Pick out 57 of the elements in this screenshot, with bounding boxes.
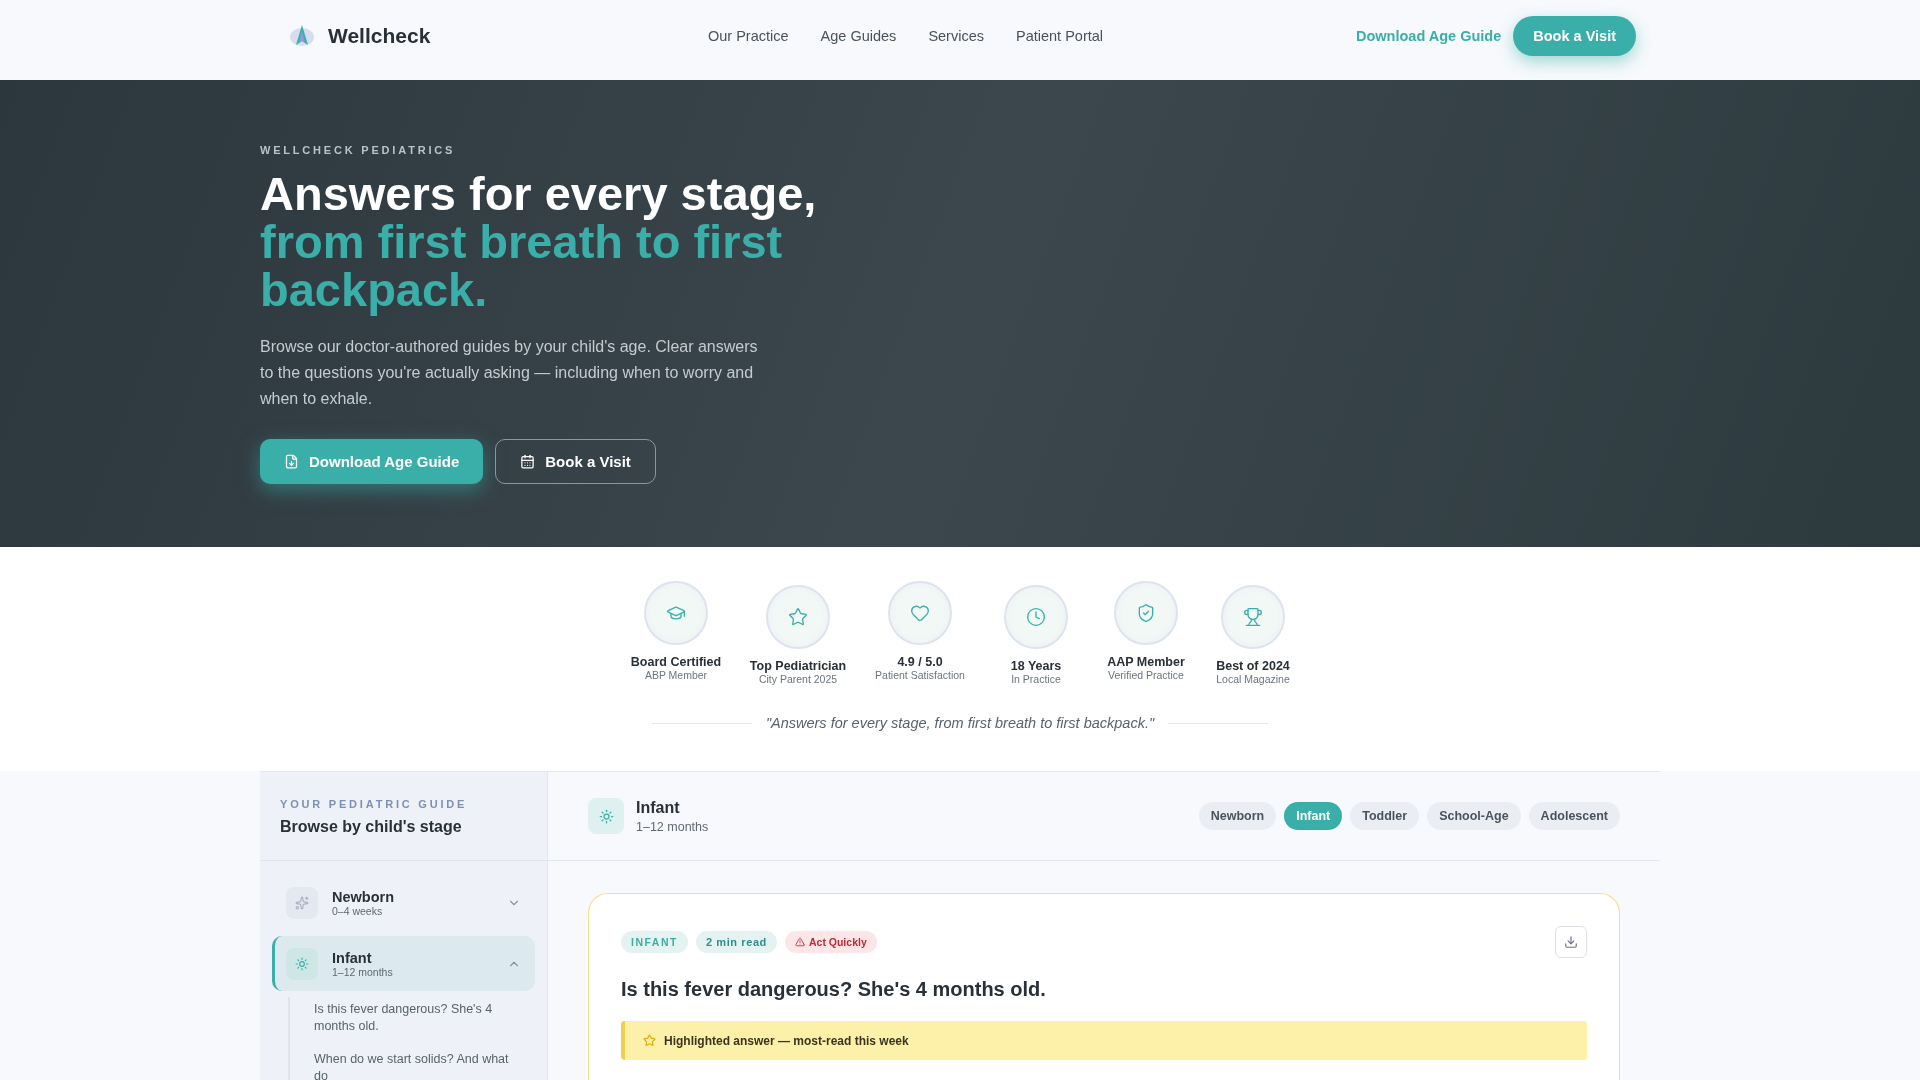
- badge-title: 18 Years: [1010, 659, 1062, 673]
- calendar-icon: [520, 454, 536, 469]
- book-visit-button[interactable]: Book a Visit: [495, 439, 656, 484]
- hero-title: Answers for every stage, from first breath to first backpack.: [260, 170, 818, 314]
- badge-title: Board Certified: [630, 655, 722, 669]
- download-icon: [1564, 935, 1578, 949]
- badge-subtitle: Verified Practice: [1108, 669, 1184, 681]
- card-tag: Act Quickly: [784, 931, 877, 953]
- badge-title: Best of 2024: [1216, 659, 1290, 673]
- badge-title: AAP Member: [1107, 655, 1185, 669]
- sun-icon: [295, 956, 309, 971]
- stage-name: Infant: [332, 949, 373, 966]
- star-icon: [643, 1034, 656, 1047]
- stage-range: 1–12 months: [636, 819, 710, 834]
- card-question: Is this fever dangerous? She's 4 months old.: [621, 978, 1047, 1001]
- stage-range: 1–12 months: [332, 965, 394, 978]
- download-button[interactable]: [1555, 926, 1587, 958]
- badge-subtitle: Local Magazine: [1216, 673, 1290, 685]
- badge-title: 4.9 / 5.0: [897, 655, 943, 669]
- trophy-icon: [1243, 607, 1263, 627]
- warning-icon: [794, 937, 805, 947]
- stage-name: Newborn: [332, 888, 396, 905]
- nav-link[interactable]: Patient Portal: [1016, 28, 1104, 44]
- highlight-text: Highlighted answer — most-read this week: [664, 1033, 909, 1048]
- file-download-icon: [284, 454, 299, 469]
- question-link[interactable]: When do we start solids? And what do: [314, 1051, 525, 1080]
- stage-filter-pill[interactable]: School-Age: [1427, 802, 1521, 830]
- sparkles-icon: [295, 895, 309, 910]
- sidebar-title: Browse by child's stage: [280, 818, 463, 836]
- stage-range: 0–4 weeks: [332, 904, 384, 917]
- badge-subtitle: In Practice: [1011, 673, 1061, 685]
- stage-filter-pill[interactable]: Toddler: [1350, 802, 1420, 830]
- badge-subtitle: City Parent 2025: [758, 673, 838, 685]
- star-icon: [788, 607, 808, 627]
- nav-link[interactable]: Services: [928, 28, 984, 44]
- stage-item[interactable]: Newborn 0–4 weeks: [272, 875, 535, 930]
- badge-title: Top Pediatrician: [749, 659, 847, 673]
- badge-subtitle: ABP Member: [644, 669, 708, 681]
- tagline-quote: "Answers for every stage, from first breath to first backpack.": [765, 715, 1155, 731]
- stage-heading: Infant: [636, 798, 681, 817]
- heart-icon: [910, 603, 930, 623]
- stage-filter-pill[interactable]: Newborn: [1198, 802, 1277, 830]
- hero-description: Browse our doctor-authored guides by your child's age. Clear answers to the questions you're actually asking — including when to worry and when to exhale.: [260, 337, 759, 409]
- brand-name[interactable]: Wellcheck: [328, 24, 431, 48]
- card-tag: 2 min read: [695, 931, 777, 953]
- stage-item[interactable]: Infant 1–12 months: [272, 936, 535, 991]
- clock-icon: [1026, 607, 1046, 627]
- hero-eyebrow: WELLCHECK PEDIATRICS: [260, 144, 457, 156]
- badge-subtitle: Patient Satisfaction: [875, 669, 965, 681]
- stage-filter-pill[interactable]: Adolescent: [1528, 802, 1620, 830]
- sun-icon: [598, 808, 614, 824]
- card-tag: INFANT: [621, 931, 688, 953]
- nav-link[interactable]: Our Practice: [708, 28, 789, 44]
- shield-check-icon: [1136, 603, 1156, 623]
- nav-link[interactable]: Age Guides: [820, 28, 897, 44]
- sidebar-eyebrow: YOUR PEDIATRIC GUIDE: [280, 798, 469, 810]
- question-link[interactable]: Is this fever dangerous? She's 4 months old.: [314, 1001, 525, 1035]
